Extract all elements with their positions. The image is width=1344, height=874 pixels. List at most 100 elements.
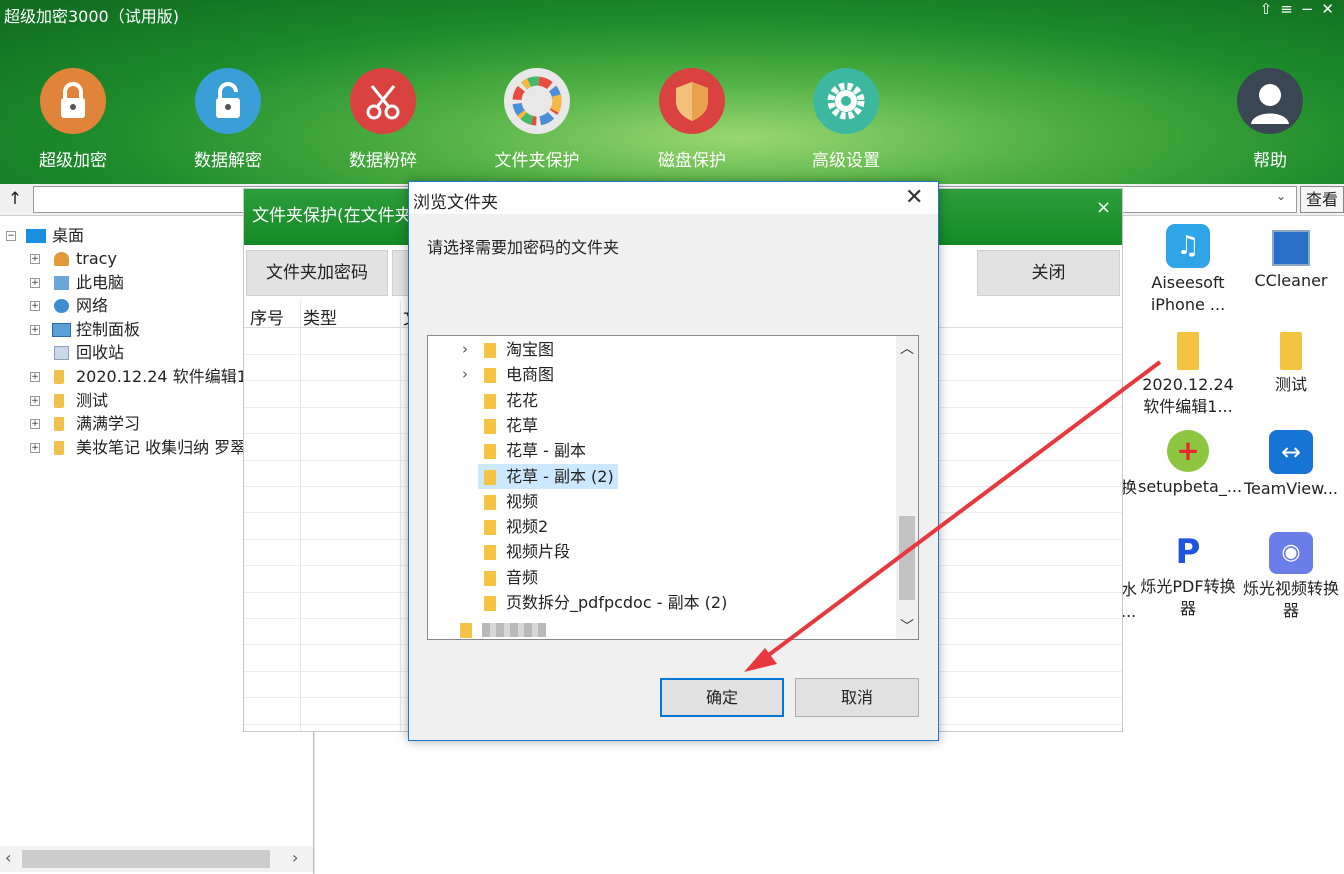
menu-icon[interactable]: ≡ bbox=[1280, 0, 1293, 18]
folder-item[interactable]: › 淘宝图 bbox=[428, 337, 894, 362]
folder-icon bbox=[484, 444, 496, 460]
close-button[interactable]: 关闭 bbox=[977, 250, 1120, 296]
folder-item[interactable]: 页数拆分_pdfpcdoc - 副本 (2) bbox=[428, 590, 894, 615]
folder-item[interactable]: 花草 - 副本 (2) bbox=[478, 463, 618, 489]
folder-item[interactable]: 视频片段 bbox=[428, 539, 894, 564]
folder-item[interactable]: 音频 bbox=[428, 565, 894, 590]
folder-item[interactable]: 视频 bbox=[428, 489, 894, 514]
gear-icon bbox=[813, 68, 879, 134]
tree-horizontal-scrollbar[interactable]: ‹ › bbox=[0, 846, 313, 872]
folder-icon bbox=[54, 441, 64, 455]
folder-protect-button[interactable]: 文件夹保护 bbox=[477, 68, 597, 178]
folder-protect-title: 文件夹保护(在文件夹 bbox=[252, 206, 412, 226]
column-header-index[interactable]: 序号 bbox=[250, 304, 284, 329]
data-decrypt-label: 数据解密 bbox=[194, 151, 262, 171]
ok-button[interactable]: 确定 bbox=[660, 678, 784, 717]
pdf-converter-icon: P bbox=[1175, 532, 1201, 572]
chevron-down-icon[interactable]: ⌄ bbox=[1276, 189, 1286, 203]
folder-icon bbox=[484, 545, 496, 561]
aiseesoft-icon: ♫ bbox=[1166, 224, 1210, 268]
browse-folder-dialog: 浏览文件夹 ✕ 请选择需要加密码的文件夹 › 淘宝图 › 电商图 花花 花草 花草 - 副本… bbox=[408, 181, 939, 741]
video-converter-icon: ◉ bbox=[1269, 532, 1313, 574]
unlock-icon bbox=[195, 68, 261, 134]
chevron-down-icon[interactable]: ﹀ bbox=[900, 616, 914, 636]
close-icon[interactable]: × bbox=[1096, 197, 1111, 218]
folder-icon bbox=[484, 418, 496, 434]
folder-list[interactable]: › 淘宝图 › 电商图 花花 花草 花草 - 副本 花草 - 副本 (2) 视频 视频2 视频片段音… bbox=[427, 335, 919, 640]
folder-item[interactable]: 花花 bbox=[428, 388, 894, 413]
app-title: 超级加密3000（试用版) bbox=[4, 7, 179, 26]
dialog-titlebar: 浏览文件夹 ✕ bbox=[409, 182, 938, 214]
scroll-thumb[interactable] bbox=[22, 850, 270, 868]
folder-icon bbox=[54, 394, 64, 408]
desktop-item-pdf-converter[interactable]: P 烁光PDF转换 器 bbox=[1138, 532, 1238, 620]
help-button[interactable]: 帮助 bbox=[1210, 68, 1330, 178]
dialog-title: 浏览文件夹 bbox=[413, 193, 498, 213]
folder-protect-label: 文件夹保护 bbox=[494, 151, 580, 171]
folder-icon bbox=[54, 370, 64, 384]
control-panel-icon bbox=[52, 323, 71, 337]
data-decrypt-button[interactable]: 数据解密 bbox=[168, 68, 288, 178]
advanced-settings-label: 高级设置 bbox=[812, 151, 880, 171]
scroll-left-icon[interactable]: ‹ bbox=[5, 848, 11, 867]
folder-icon bbox=[484, 494, 496, 510]
disk-protect-label: 磁盘保护 bbox=[658, 151, 726, 171]
folder-encrypt-button[interactable]: 文件夹加密码 bbox=[246, 250, 388, 296]
chevron-right-icon[interactable]: › bbox=[462, 362, 468, 387]
chevron-up-icon[interactable]: ︿ bbox=[900, 338, 914, 358]
window-controls: ⇧ ≡ − ✕ bbox=[1260, 0, 1334, 18]
folder-item[interactable]: 视频2 bbox=[428, 514, 894, 539]
data-shred-button[interactable]: 数据粉碎 bbox=[323, 68, 443, 178]
folder-icon bbox=[484, 393, 496, 409]
setup-icon: + bbox=[1167, 430, 1209, 472]
advanced-settings-button[interactable]: 高级设置 bbox=[786, 68, 906, 178]
column-header-type[interactable]: 类型 bbox=[303, 304, 337, 329]
user-help-icon bbox=[1237, 68, 1303, 134]
folder-icon bbox=[1280, 332, 1302, 370]
super-encrypt-label: 超级加密 bbox=[39, 151, 107, 171]
dialog-prompt: 请选择需要加密码的文件夹 bbox=[427, 238, 620, 257]
cancel-button[interactable]: 取消 bbox=[795, 678, 919, 717]
folder-icon bbox=[1177, 332, 1199, 370]
disk-protect-button[interactable]: 磁盘保护 bbox=[632, 68, 752, 178]
desktop-item-folder-test[interactable]: 测试 bbox=[1241, 328, 1341, 396]
desktop-item-teamviewer[interactable]: ↔ TeamView... bbox=[1241, 430, 1341, 500]
recycle-bin-icon bbox=[54, 346, 69, 360]
view-button[interactable]: 查看 bbox=[1300, 186, 1344, 213]
folder-item[interactable]: 花草 - 副本 bbox=[428, 438, 894, 463]
chevron-right-icon[interactable]: › bbox=[462, 337, 468, 362]
desktop-item-setup[interactable]: + setupbeta_... bbox=[1138, 430, 1242, 498]
super-encrypt-button[interactable]: 超级加密 bbox=[13, 68, 133, 178]
scissors-icon bbox=[350, 68, 416, 134]
folder-item-blurred[interactable] bbox=[428, 617, 894, 639]
shield-icon bbox=[659, 68, 725, 134]
close-icon[interactable]: ✕ bbox=[1321, 0, 1334, 18]
scroll-thumb[interactable] bbox=[899, 516, 915, 600]
desktop-item-video-converter[interactable]: ◉ 烁光视频转换 器 bbox=[1241, 532, 1341, 622]
folder-icon bbox=[484, 343, 496, 358]
folder-icon bbox=[484, 469, 496, 485]
scroll-right-icon[interactable]: › bbox=[292, 848, 298, 867]
lock-icon bbox=[40, 68, 106, 134]
folder-icon bbox=[484, 368, 496, 384]
network-icon bbox=[54, 299, 69, 313]
app-header: 超级加密3000（试用版) ⇧ ≡ − ✕ 超级加密 数据解密 数据粉碎 文件夹… bbox=[0, 0, 1344, 184]
folder-icon bbox=[484, 596, 496, 611]
folder-protect-icon bbox=[504, 68, 570, 134]
folder-icon bbox=[460, 623, 472, 638]
help-label: 帮助 bbox=[1253, 151, 1287, 171]
computer-icon bbox=[54, 276, 69, 290]
desktop-item-ccleaner[interactable]: CCleaner bbox=[1241, 224, 1341, 292]
desktop-item-folder-2020[interactable]: 2020.12.24 软件编辑1... bbox=[1138, 328, 1238, 418]
minimize-icon[interactable]: − bbox=[1301, 0, 1314, 18]
close-icon[interactable]: ✕ bbox=[905, 185, 923, 210]
ccleaner-icon bbox=[1272, 230, 1310, 266]
up-arrow-icon[interactable]: ↑ bbox=[0, 184, 30, 215]
desktop-icon bbox=[26, 229, 46, 243]
folder-list-scrollbar[interactable]: ︿ ﹀ bbox=[896, 336, 918, 639]
skin-icon[interactable]: ⇧ bbox=[1260, 0, 1273, 18]
desktop-item-aiseesoft[interactable]: ♫ Aiseesoft iPhone ... bbox=[1138, 224, 1238, 316]
folder-item[interactable]: 花草 bbox=[428, 413, 894, 438]
folder-icon bbox=[484, 520, 496, 536]
folder-item[interactable]: › 电商图 bbox=[428, 362, 894, 387]
